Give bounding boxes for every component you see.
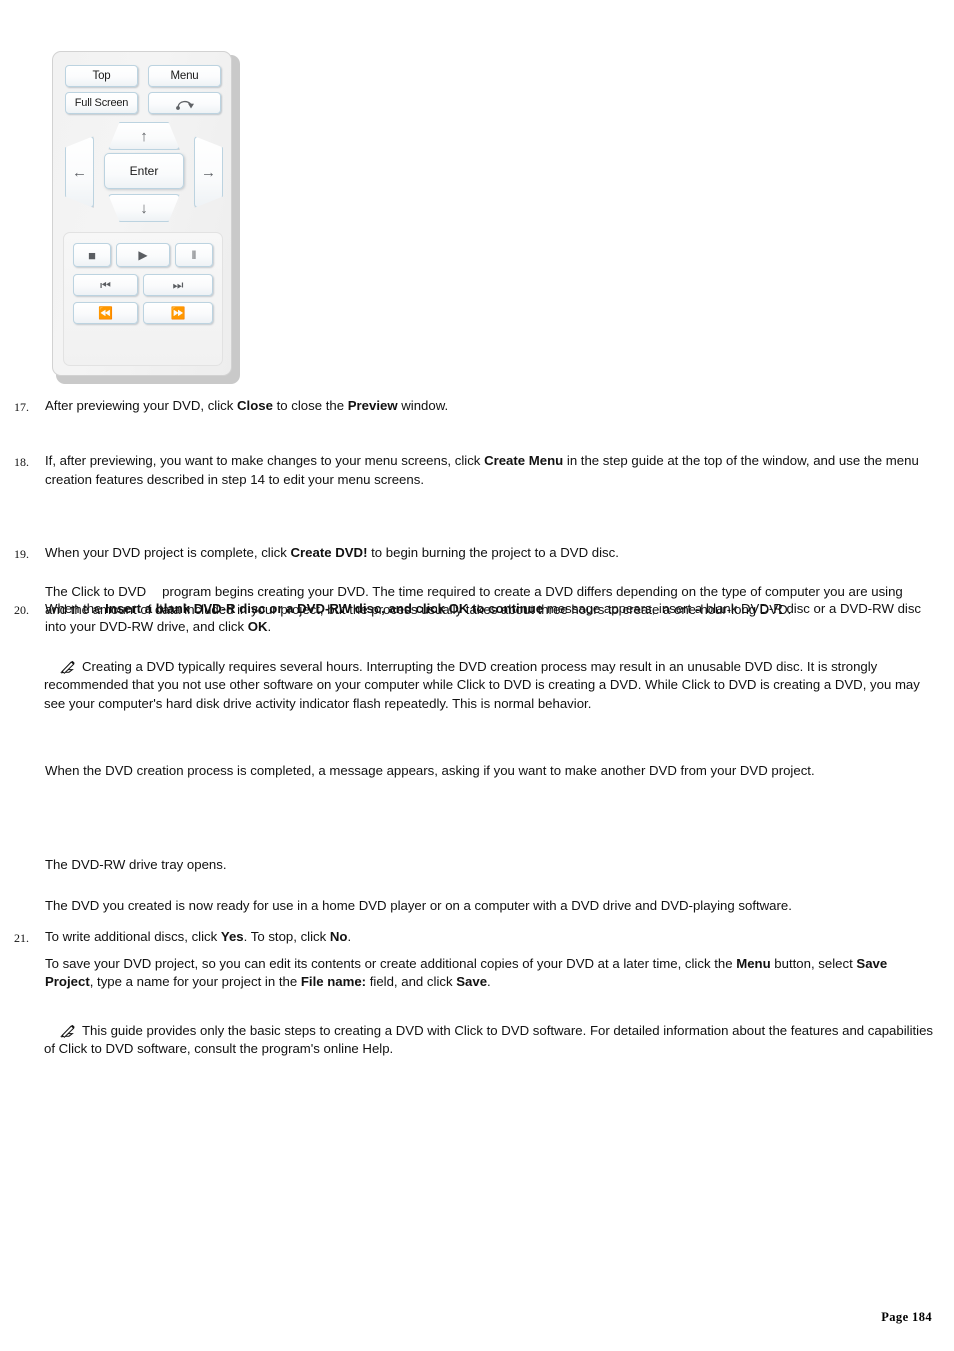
step-21-number: 21. [14,931,29,946]
arrow-right-icon: → [201,163,216,181]
paragraph-creating-dvd-text: program begins creating your DVD. The ti… [45,584,903,618]
file-name-field-label: File name: [300,974,367,990]
yes-label: Yes [220,929,244,945]
rewind-icon: ⏪ [98,306,113,320]
step-17-list-item: 17. After previewing your DVD, click Clo… [14,397,945,415]
menu-button-label: Menu [736,956,771,971]
step-19-text: When your DVD project is complete, click… [45,545,619,561]
step-17-text: After previewing your DVD, click Close t… [45,398,449,413]
arrow-up-icon: ↑ [140,127,148,145]
remote-rewind-button[interactable]: ⏪ [73,302,138,324]
remote-enter-button-label: Enter [129,164,159,178]
play-icon: ▶ [138,248,148,262]
remote-next-track-button[interactable]: ⏭ [143,274,213,296]
remote-previous-track-button[interactable]: ⏮ [73,274,138,296]
arrow-down-icon: ↓ [140,199,148,217]
remote-right-button[interactable]: → [194,136,223,208]
remote-left-button[interactable]: ← [65,136,94,208]
save-label: Save [456,974,488,990]
stop-icon: ■ [88,247,96,263]
previous-track-icon: ⏮ [100,278,111,292]
step-18-list-item: 18. If, after previewing, you want to ma… [14,452,945,489]
create-menu-label: Create Menu [484,453,564,469]
note-creating-dvd: Creating a DVD typically requires severa… [44,658,939,713]
page-number-footer: Page 184 [881,1310,932,1324]
pause-icon: ‖ [191,248,197,262]
remote-stop-button[interactable]: ■ [73,243,111,267]
document-body: 17. After previewing your DVD, click Clo… [0,0,954,1324]
note-pencil-icon [60,1024,75,1038]
step-21-list-item: 21. To write additional discs, click Yes… [14,928,945,946]
step-19-number: 19. [14,547,29,562]
note-online-help-text: This guide provides only the basic steps… [44,1023,934,1057]
click-to-dvd-name: The Click to DVD [45,584,147,599]
step-20-number: 20. [14,602,29,617]
paragraph-drive-tray-opens: The DVD-RW drive tray opens. [45,857,227,872]
preview-label: Preview [347,398,398,413]
step-18-text: If, after previewing, you want to make c… [45,453,919,487]
remote-pause-button[interactable]: ‖ [175,243,213,267]
step-21-text: To write additional discs, click Yes. To… [45,929,352,945]
paragraph-save-project: To save your DVD project, so you can edi… [45,956,888,990]
note-creating-dvd-text: Creating a DVD typically requires severa… [44,659,920,711]
note-pencil-icon [60,660,75,674]
paragraph-creation-completed: When the DVD creation process is complet… [45,763,815,778]
remote-fast-forward-button[interactable]: ⏩ [143,302,213,324]
close-label: Close [237,398,273,413]
step-18-number: 18. [14,455,29,470]
paragraph-dvd-ready: The DVD you created is now ready for use… [45,898,792,913]
no-label: No [329,929,348,945]
paragraph-creating-dvd: The Click to DVD program begins creating … [45,583,925,620]
ok-label: OK [247,619,268,635]
arrow-left-icon: ← [72,163,87,181]
remote-directional-pad: ↑ ← Enter → ↓ [53,120,233,222]
remote-play-button[interactable]: ▶ [116,243,170,267]
next-track-icon: ⏭ [172,278,184,292]
remote-enter-button[interactable]: Enter [104,153,184,189]
remote-down-button[interactable]: ↓ [108,194,180,222]
create-dvd-label: Create DVD! [290,545,368,561]
fast-forward-icon: ⏩ [170,306,186,320]
note-online-help: This guide provides only the basic steps… [44,1022,939,1059]
step-19-list-item: 19. When your DVD project is complete, c… [14,544,945,562]
step-17-number: 17. [14,400,29,414]
remote-transport-controls: ■ ▶ ‖ ⏮ ⏭ ⏪ ⏩ [63,232,223,366]
